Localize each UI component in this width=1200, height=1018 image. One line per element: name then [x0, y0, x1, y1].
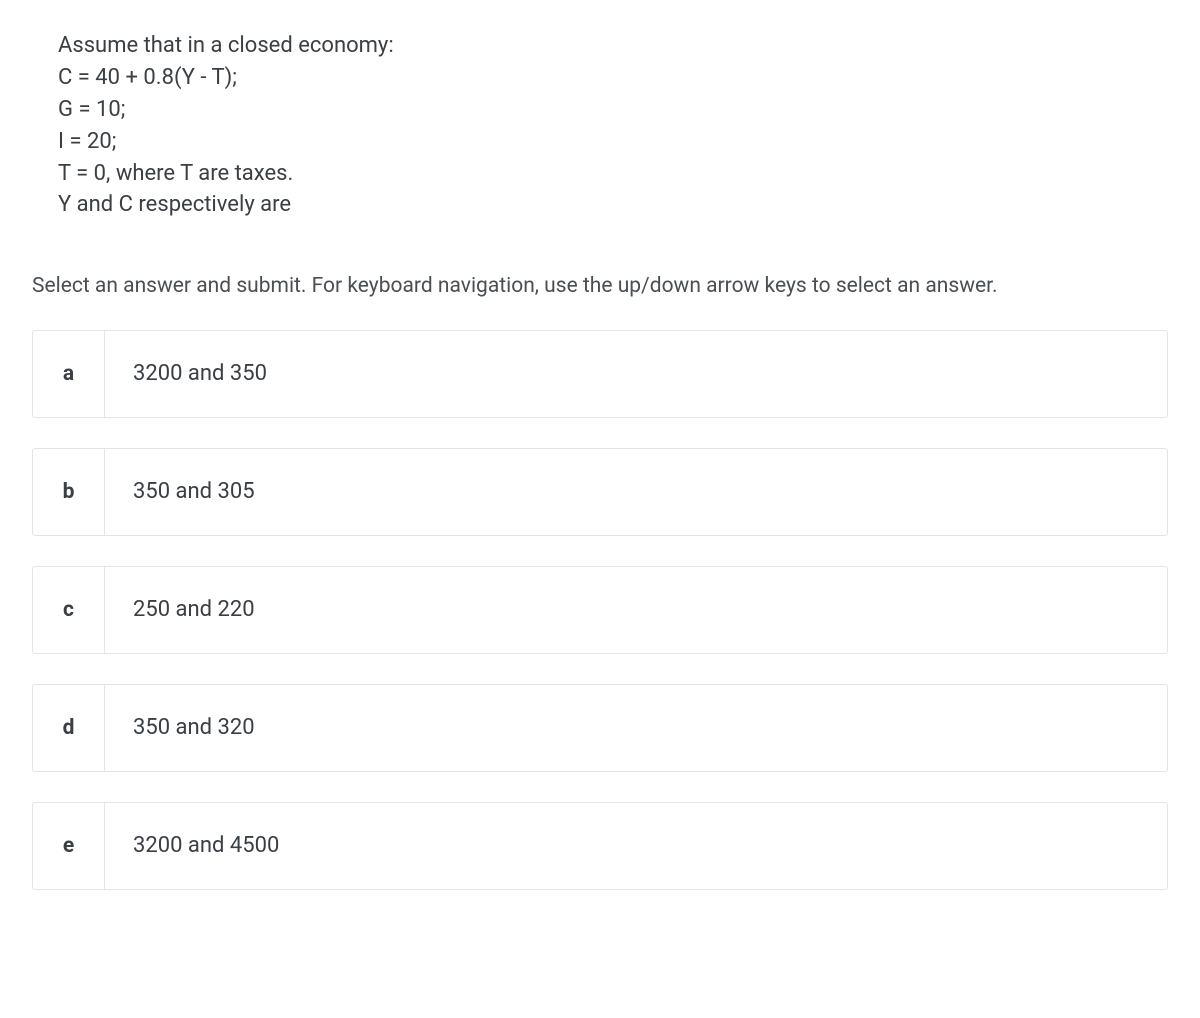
options-list: a 3200 and 350 b 350 and 305 c 250 and 2… [32, 330, 1168, 890]
option-text: 3200 and 350 [105, 331, 1167, 417]
option-text: 3200 and 4500 [105, 803, 1167, 889]
question-block: Assume that in a closed economy: C = 40 … [58, 30, 1168, 221]
option-letter: a [33, 331, 105, 417]
option-letter: b [33, 449, 105, 535]
option-text: 350 and 320 [105, 685, 1167, 771]
question-line-5: T = 0, where T are taxes. [58, 158, 1168, 190]
question-line-6: Y and C respectively are [58, 189, 1168, 221]
option-e[interactable]: e 3200 and 4500 [32, 802, 1168, 890]
option-letter: d [33, 685, 105, 771]
option-c[interactable]: c 250 and 220 [32, 566, 1168, 654]
question-line-2: C = 40 + 0.8(Y - T); [58, 62, 1168, 94]
question-line-1: Assume that in a closed economy: [58, 30, 1168, 62]
question-line-4: I = 20; [58, 126, 1168, 158]
option-letter: c [33, 567, 105, 653]
option-d[interactable]: d 350 and 320 [32, 684, 1168, 772]
option-text: 350 and 305 [105, 449, 1167, 535]
option-b[interactable]: b 350 and 305 [32, 448, 1168, 536]
option-letter: e [33, 803, 105, 889]
option-text: 250 and 220 [105, 567, 1167, 653]
instruction-text: Select an answer and submit. For keyboar… [32, 271, 1168, 301]
option-a[interactable]: a 3200 and 350 [32, 330, 1168, 418]
question-line-3: G = 10; [58, 94, 1168, 126]
